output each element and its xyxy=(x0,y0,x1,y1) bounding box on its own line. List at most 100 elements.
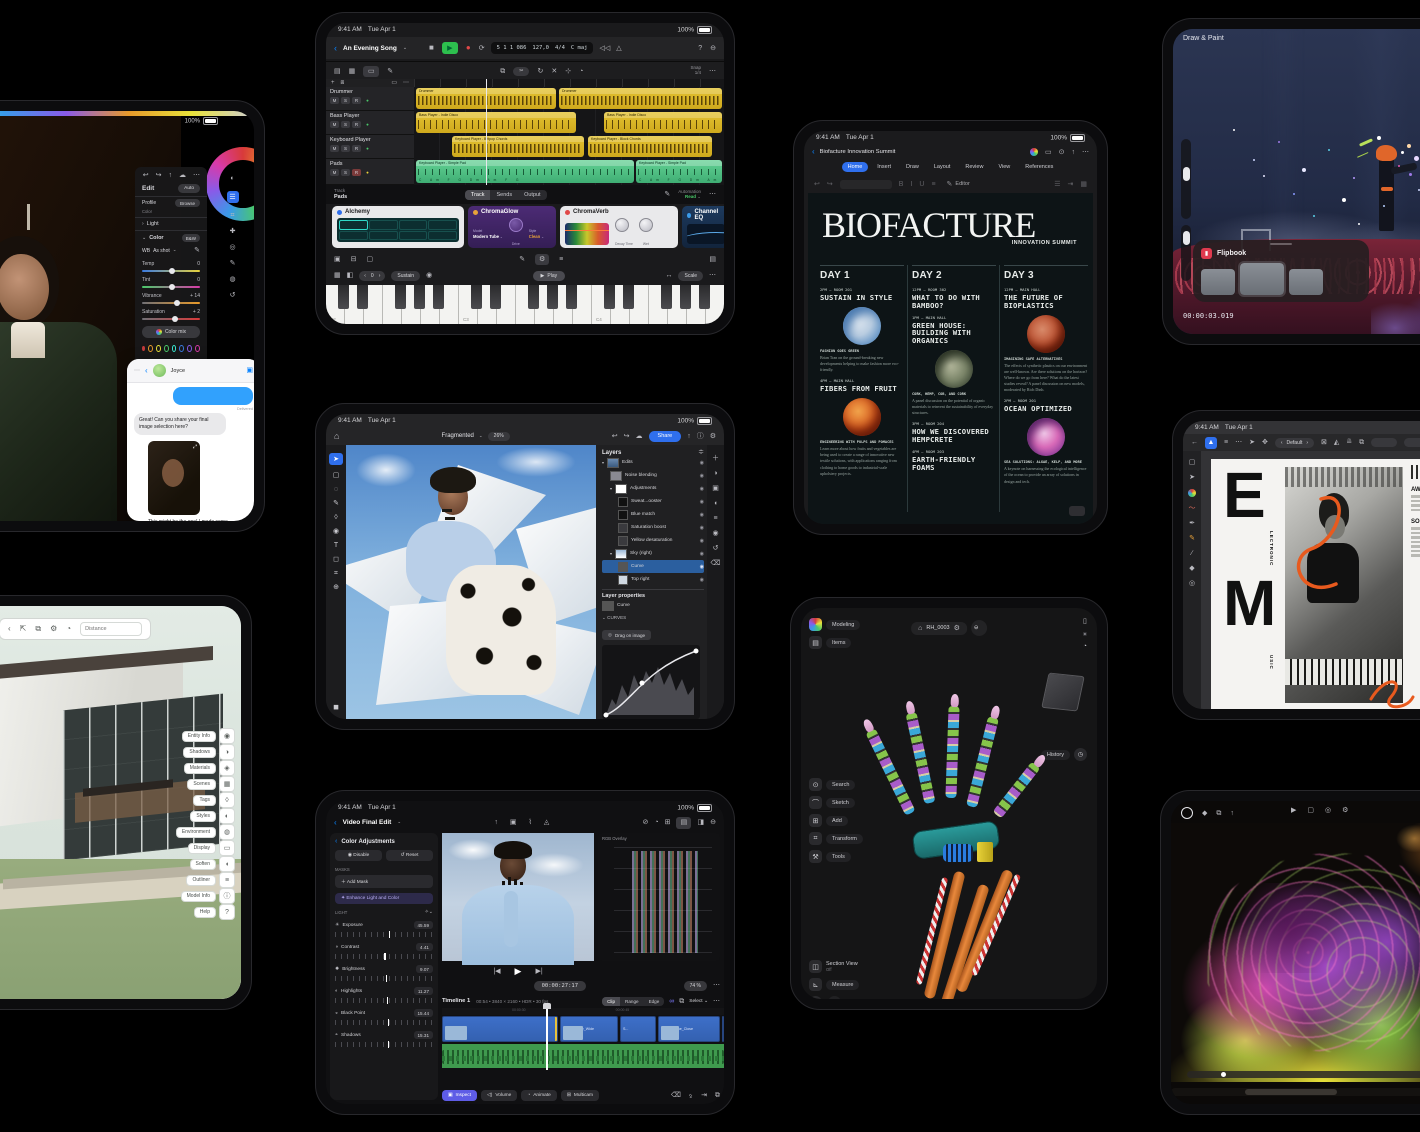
media-icon[interactable]: ▤ xyxy=(676,817,691,829)
distance-input[interactable] xyxy=(80,622,142,636)
home-icon[interactable]: ⌂ xyxy=(334,432,339,441)
play-icon[interactable]: ▶ xyxy=(1291,807,1296,814)
layer-row[interactable]: Blue match◉ xyxy=(602,508,704,521)
collapse-button[interactable]: ⊖ xyxy=(971,620,987,636)
search-icon[interactable]: ⊙ xyxy=(1059,149,1065,156)
panel-tags[interactable]: Tags◊ xyxy=(193,792,235,808)
material-icon[interactable]: ◆ xyxy=(1202,810,1207,817)
back-icon[interactable]: ‹ xyxy=(335,838,337,845)
filter-icon[interactable]: ≑ xyxy=(698,449,704,456)
pencil-tool-icon[interactable]: ✎ xyxy=(1189,535,1195,542)
search-tool[interactable]: ⊙Search xyxy=(809,778,855,791)
panel-materials[interactable]: Materials◈ xyxy=(184,760,235,776)
share-icon[interactable]: ↑ xyxy=(169,172,173,179)
settings-icon[interactable]: ⚙ xyxy=(954,625,960,632)
page-thumbnail-button[interactable] xyxy=(1069,506,1085,516)
versions-icon[interactable]: ↺ xyxy=(230,292,236,299)
minimize-icon[interactable]: ⊖ xyxy=(710,45,716,52)
history-icon[interactable]: ↺ xyxy=(713,545,719,552)
play-button[interactable]: ▶ xyxy=(442,42,458,54)
play-surface-button[interactable]: ▶Play xyxy=(533,271,566,281)
timeline-bar[interactable] xyxy=(1171,1088,1420,1096)
properties-icon[interactable]: ≡ xyxy=(713,515,717,522)
slider-exposure[interactable]: ☀Exposure45.59 xyxy=(335,921,433,937)
avatar[interactable] xyxy=(153,364,166,377)
open-in-icon[interactable]: ⧉ xyxy=(35,625,41,633)
help-icon[interactable]: ? xyxy=(219,904,235,920)
panel-entity-info[interactable]: Entity Info◉ xyxy=(182,728,235,744)
overwrite-icon[interactable]: ⧉ xyxy=(715,1092,720,1099)
auto-button[interactable]: Auto xyxy=(178,184,200,193)
tab-references[interactable]: References xyxy=(1019,162,1059,172)
chevron-down-icon[interactable]: ⌄ xyxy=(403,46,407,51)
pencil-icon[interactable]: ✎ xyxy=(664,191,670,198)
visibility-icon[interactable]: ◉ xyxy=(700,473,704,479)
settings-icon[interactable]: ⚙ xyxy=(1342,807,1348,814)
chromaverb-decay-knob[interactable]: Decay Time xyxy=(615,218,633,250)
drag-handle[interactable] xyxy=(1270,243,1292,245)
audio-track[interactable] xyxy=(442,1044,724,1068)
color-dot-red[interactable] xyxy=(142,346,145,351)
append-icon[interactable]: ⇥ xyxy=(701,1092,707,1099)
masking-icon[interactable]: ◎ xyxy=(229,244,235,251)
inspector-icon[interactable]: ◨ xyxy=(697,819,704,826)
piano-keyboard[interactable]: C2 C3 C4 xyxy=(326,285,724,324)
comments-icon[interactable]: ◖ xyxy=(713,500,717,507)
brush-opacity-slider[interactable] xyxy=(1181,225,1191,281)
color-dot-orange[interactable] xyxy=(148,345,153,352)
home-icon[interactable]: ⌂ xyxy=(918,625,922,632)
light-section[interactable]: Light xyxy=(147,221,159,227)
presets-icon[interactable]: ◐ xyxy=(230,175,234,182)
split-icon[interactable]: ⊹ xyxy=(565,68,571,75)
play-icon[interactable]: ▶ xyxy=(515,967,522,976)
flip-icon[interactable]: ◭ xyxy=(1334,439,1339,446)
timeline-ruler[interactable] xyxy=(414,79,724,87)
zoom-level[interactable]: 26% xyxy=(488,432,510,441)
timeline[interactable]: 00:00:3000:00:45 W... Skyline_Blue_Wide … xyxy=(442,994,724,1078)
tags-icon[interactable]: ◊ xyxy=(219,792,235,808)
color-mix-button[interactable]: Color mix xyxy=(142,326,200,338)
color-mix-dots[interactable] xyxy=(135,340,207,357)
share-icon[interactable]: ‹ xyxy=(8,625,11,633)
more-icon[interactable]: ⋯ xyxy=(709,272,716,279)
quantize-icon[interactable]: ◔ xyxy=(579,68,583,75)
next-frame-icon[interactable]: ▶| xyxy=(535,968,542,975)
more-icon[interactable]: ⋯ xyxy=(713,982,720,989)
color-dot-purple[interactable] xyxy=(187,345,192,352)
frame-thumbnail[interactable] xyxy=(1289,269,1323,295)
bold-icon[interactable]: B xyxy=(899,181,904,188)
view-region-icon[interactable]: ▭ xyxy=(363,66,379,77)
color-chip[interactable]: ◼ xyxy=(333,704,339,711)
trash-icon[interactable]: ⌫ xyxy=(671,1092,681,1099)
trash-icon[interactable]: ⌫ xyxy=(711,560,721,567)
tab-review[interactable]: Review xyxy=(959,162,989,172)
layers-menu-icon[interactable]: ≡ xyxy=(1224,439,1228,446)
alchemy-presets[interactable] xyxy=(337,218,459,242)
playback-scrubber[interactable] xyxy=(1187,1071,1420,1078)
notifications-icon[interactable]: ◔ xyxy=(1083,643,1087,650)
region[interactable]: Keyboard Player - Britpop Chords xyxy=(452,136,584,157)
chevron-icon[interactable]: ⌄ xyxy=(429,910,433,915)
redo-icon[interactable]: ↪ xyxy=(827,181,833,188)
loop-icon[interactable]: ↻ xyxy=(537,68,543,75)
panel-outliner[interactable]: Outliner≡ xyxy=(186,872,235,888)
track-header-pads[interactable]: PadsMSR● xyxy=(326,159,414,185)
export-icon[interactable]: ⇱ xyxy=(20,625,27,633)
back-icon[interactable]: ‹ xyxy=(334,44,337,53)
mute-button[interactable]: M xyxy=(330,97,339,104)
editor-toggle[interactable]: ✎Editor xyxy=(947,181,970,188)
info-icon[interactable]: ⓘ xyxy=(697,433,704,440)
panel-scenes[interactable]: Scenes▦ xyxy=(187,776,235,792)
cursor-icon[interactable]: ➤ xyxy=(1249,439,1255,446)
shadows-icon[interactable]: ◑ xyxy=(219,744,235,760)
keyboard-icon[interactable]: ▤ xyxy=(709,256,716,263)
brush-size-slider[interactable] xyxy=(1181,139,1191,219)
more-icon[interactable]: ⋯ xyxy=(709,191,716,198)
environment-icon[interactable]: ◍ xyxy=(219,824,235,840)
disable-button[interactable]: ◉ Disable xyxy=(335,850,382,861)
frame-icon[interactable]: ▢ xyxy=(1307,807,1314,814)
more-icon[interactable]: ⋯ xyxy=(403,80,409,86)
count-in-icon[interactable]: ◁◁ xyxy=(599,45,610,52)
items-button[interactable]: ▤ Items xyxy=(809,636,851,649)
model-info-icon[interactable]: ⓘ xyxy=(219,888,235,904)
